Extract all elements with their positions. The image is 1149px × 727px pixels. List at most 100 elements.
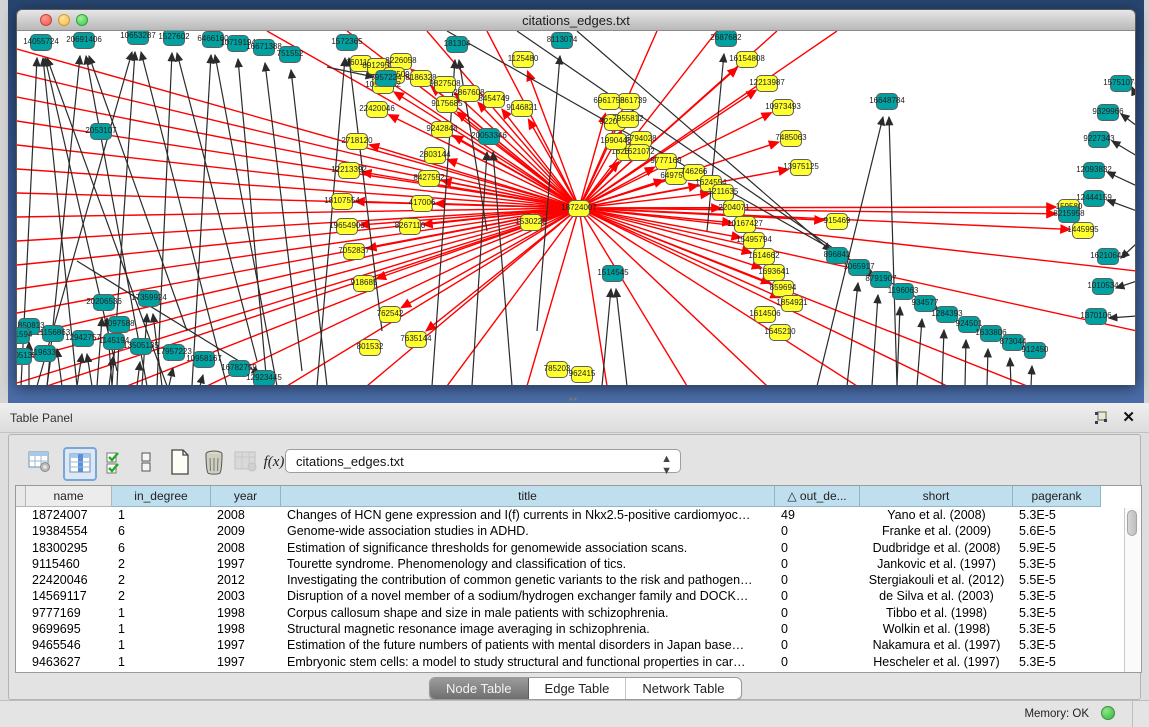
graph-node[interactable]: 1211635 <box>712 184 734 201</box>
table-cell[interactable]: 5.3E-5 <box>1013 637 1101 653</box>
table-cell[interactable]: 5.3E-5 <box>1013 654 1101 670</box>
graph-node[interactable]: 8215958 <box>1058 206 1080 223</box>
graph-node[interactable]: 9175685 <box>436 96 458 113</box>
graph-node[interactable]: 2204071 <box>723 200 745 217</box>
graph-node[interactable]: 2803144 <box>424 147 446 164</box>
table-cell[interactable]: 6 <box>112 523 211 539</box>
table-row[interactable]: 977716911998Corpus callosum shape and si… <box>16 605 1141 621</box>
graph-node[interactable]: 1196063 <box>892 283 914 300</box>
table-cell[interactable]: Hescheler et al. (1997) <box>860 654 1013 670</box>
column-header-out_de[interactable]: △ out_de... <box>775 486 860 507</box>
graph-node[interactable]: 15495794 <box>743 232 765 249</box>
graph-node[interactable]: 181304 <box>446 36 468 53</box>
table-cell[interactable]: 49 <box>775 507 860 523</box>
table-row[interactable]: 2242004622012Investigating the contribut… <box>16 572 1141 588</box>
graph-node[interactable]: 762542 <box>379 306 401 323</box>
graph-node[interactable]: 1065917 <box>848 259 870 276</box>
table-cell[interactable]: 5.5E-5 <box>1013 572 1101 588</box>
table-row[interactable]: 1456911722003Disruption of a novel membe… <box>16 588 1141 604</box>
table-cell[interactable]: 2003 <box>211 588 281 604</box>
table-cell[interactable]: 0 <box>775 556 860 572</box>
graph-node[interactable]: 1145194 <box>103 333 125 350</box>
column-header-name[interactable]: name <box>26 486 112 507</box>
table-cell[interactable]: Corpus callosum shape and size in male p… <box>281 605 775 621</box>
graph-node[interactable]: 915469 <box>826 213 848 230</box>
table-cell[interactable]: Tibbo et al. (1998) <box>860 605 1013 621</box>
table-cell[interactable]: Franke et al. (2009) <box>860 523 1013 539</box>
graph-node[interactable]: 15751074 <box>1110 75 1132 92</box>
table-cell[interactable]: 5.3E-5 <box>1013 588 1101 604</box>
table-cell[interactable]: 1 <box>112 637 211 653</box>
graph-node[interactable]: 13505135 <box>130 338 152 355</box>
graph-node[interactable]: 17957223 <box>163 344 185 361</box>
column-header-year[interactable]: year <box>211 486 281 507</box>
table-cell[interactable]: 9699695 <box>26 621 112 637</box>
graph-node[interactable]: 1370106 <box>1085 308 1107 325</box>
table-cell[interactable]: 5.3E-5 <box>1013 556 1101 572</box>
graph-node[interactable]: 11156863 <box>42 325 64 342</box>
graph-node[interactable]: 19654903 <box>336 218 358 235</box>
table-selector-dropdown[interactable]: citations_edges.txt ▲▼ <box>285 449 681 473</box>
graph-node[interactable]: 1514545 <box>602 265 624 282</box>
column-header-title[interactable]: title <box>281 486 775 507</box>
column-header-short[interactable]: short <box>860 486 1013 507</box>
graph-node[interactable]: 391594 <box>17 327 30 344</box>
table-cell[interactable]: 0 <box>775 654 860 670</box>
graph-node[interactable]: 9146821 <box>511 100 533 117</box>
new-table-button[interactable] <box>165 447 195 477</box>
network-canvas[interactable]: 8601123891295482260589827509818632898275… <box>17 31 1135 385</box>
graph-node[interactable]: 801532 <box>359 339 381 356</box>
table-cell[interactable]: 5.3E-5 <box>1013 605 1101 621</box>
table-cell[interactable]: 14569117 <box>26 588 112 604</box>
table-cell[interactable]: 1997 <box>211 637 281 653</box>
graph-node[interactable]: 16671388 <box>253 39 275 56</box>
table-cell[interactable]: 1 <box>112 654 211 670</box>
table-cell[interactable]: 22420046 <box>26 572 112 588</box>
table-cell[interactable]: 1 <box>112 507 211 523</box>
graph-node[interactable]: 12942757 <box>72 330 94 347</box>
table-mode-button[interactable] <box>25 447 55 477</box>
graph-node[interactable]: 12444159 <box>1083 190 1105 207</box>
table-cell[interactable]: 5.6E-5 <box>1013 523 1101 539</box>
graph-node[interactable]: 1614662 <box>753 248 775 265</box>
graph-node[interactable]: 9329966 <box>1097 104 1119 121</box>
row-height-button[interactable] <box>131 447 161 477</box>
table-cell[interactable]: Changes of HCN gene expression and I(f) … <box>281 507 775 523</box>
graph-node[interactable]: 8113074 <box>551 32 573 49</box>
graph-node[interactable]: 16154808 <box>736 51 758 68</box>
graph-node[interactable]: 8427552 <box>418 170 440 187</box>
graph-node[interactable]: 896841 <box>826 247 848 264</box>
table-cell[interactable]: Genome-wide association studies in ADHD. <box>281 523 775 539</box>
window-titlebar[interactable]: citations_edges.txt <box>17 10 1135 31</box>
table-cell[interactable]: 18724007 <box>26 507 112 523</box>
table-cell[interactable]: 0 <box>775 523 860 539</box>
graph-node[interactable]: 751552 <box>279 46 301 63</box>
graph-node[interactable]: 1854921 <box>781 295 803 312</box>
graph-node[interactable]: 20691406 <box>73 32 95 49</box>
graph-node[interactable]: 2687682 <box>715 31 737 47</box>
graph-node[interactable]: 1614506 <box>754 306 776 323</box>
graph-node[interactable]: 417006 <box>411 195 433 212</box>
table-cell[interactable]: 19384554 <box>26 523 112 539</box>
graph-node[interactable]: 1693641 <box>763 264 785 281</box>
table-row[interactable]: 946554611997Estimation of the future num… <box>16 637 1141 653</box>
graph-node[interactable]: 7485063 <box>780 130 802 147</box>
tab-edge-table[interactable]: Edge Table <box>529 678 627 699</box>
graph-node[interactable]: 785203 <box>546 361 568 378</box>
graph-node[interactable]: 10167427 <box>734 216 756 233</box>
panel-splitter-handle[interactable]: ●● <box>566 397 580 402</box>
scrollbar-thumb[interactable] <box>1127 510 1137 536</box>
graph-node[interactable]: 12093832 <box>1083 162 1105 179</box>
table-cell[interactable]: 18300295 <box>26 540 112 556</box>
table-row[interactable]: 1872400712008Changes of HCN gene express… <box>16 507 1141 523</box>
graph-node[interactable]: 9777169 <box>655 153 677 170</box>
table-cell[interactable]: 9465546 <box>26 637 112 653</box>
graph-node[interactable]: 22420046 <box>366 101 388 118</box>
graph-node[interactable]: 20206536 <box>93 294 115 311</box>
table-cell[interactable]: 0 <box>775 637 860 653</box>
graph-node[interactable]: 1530225 <box>520 214 542 231</box>
graph-node[interactable]: 10653287 <box>127 31 149 45</box>
table-cell[interactable]: 5.9E-5 <box>1013 540 1101 556</box>
column-header-in_degree[interactable]: in_degree <box>112 486 211 507</box>
table-cell[interactable]: 1998 <box>211 605 281 621</box>
